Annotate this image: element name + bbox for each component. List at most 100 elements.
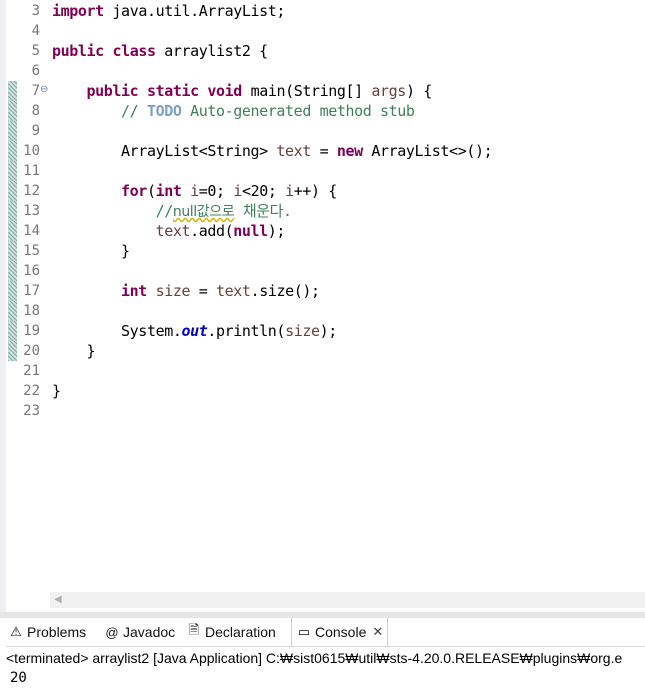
java-editor[interactable]: ⊖ ◀ 3 import java.util.ArrayList; 4 5 public… [0,0,645,612]
line-number: 10 [23,143,40,159]
code-token: null [233,222,268,240]
tab-label: Javadoc [123,624,176,640]
line-number: 18 [23,303,40,319]
change-marker [8,321,17,341]
javadoc-icon: @ [105,624,119,640]
change-marker [8,161,17,181]
code-token: args [371,82,406,100]
code-line[interactable]: public class arraylist2 { [52,41,268,61]
line-number: 11 [23,163,40,179]
code-line[interactable]: } [52,341,96,361]
code-token: text [276,142,311,160]
code-token: ) { [405,82,432,100]
code-token: } [52,382,61,400]
code-token: new [336,142,363,160]
code-token: main(String[] [241,82,372,100]
change-marker [8,101,17,121]
console-status-text: <terminated> arraylist2 [Java Applicatio… [6,650,623,666]
tab-declaration[interactable]: 🗎 Declaration [186,618,276,646]
tab-label: Problems [27,624,87,640]
scroll-left-arrow-icon[interactable]: ◀ [54,594,62,605]
code-token: size [285,322,320,340]
code-line[interactable]: System.out.println(size); [52,321,337,341]
change-marker [8,121,17,141]
code-token: public [86,82,139,100]
change-marker [8,201,17,221]
code-line[interactable]: ArrayList<String> text = new ArrayList<>… [52,141,493,161]
code-token: text [216,282,251,300]
code-line[interactable]: //null값으로 채운다. [52,201,293,221]
change-marker [8,281,17,301]
code-token: class [112,42,156,60]
code-token: null값으로 [172,204,235,220]
line-number: 5 [31,43,40,59]
line-number: 13 [23,203,40,219]
code-line[interactable]: // TODO Auto-generated method stub [52,101,415,121]
change-marker [8,301,17,321]
line-number: 17 [23,283,40,299]
code-token: =0; [198,182,234,200]
code-token: i [190,182,199,200]
change-marker [8,261,17,281]
code-token: // [52,202,174,220]
change-marker [8,181,17,201]
change-marker [8,241,17,261]
code-line[interactable]: public static void main(String[] args) { [52,81,433,101]
code-token: System. [52,322,182,340]
line-number: 3 [31,3,40,19]
code-token: } [52,242,130,260]
code-token: i [233,182,242,200]
fold-collapse-icon[interactable]: ⊖ [40,84,48,95]
code-token: void [207,82,242,100]
code-token: ArrayList<>(); [362,142,493,160]
tab-problems[interactable]: ⚠ Problems [8,618,86,646]
change-marker [8,221,17,241]
code-line[interactable]: text.add(null); [52,221,286,241]
code-line[interactable]: import java.util.ArrayList; [52,1,285,21]
line-number: 14 [23,223,40,239]
declaration-icon: 🗎 [188,622,200,637]
code-token: TODO [146,102,182,120]
code-token: for [121,182,147,200]
line-number: 6 [31,63,40,79]
code-token: out [181,322,208,340]
line-number: 15 [23,243,40,259]
code-token: } [52,342,96,360]
code-line[interactable]: for(int i=0; i<20; i++) { [52,181,337,201]
line-number: 23 [23,403,40,419]
line-number: 16 [23,263,40,279]
line-number: 9 [31,123,40,139]
tab-console[interactable]: ▭ Console ✕ [291,618,389,646]
code-token: ( [146,182,156,200]
line-number: 21 [23,363,40,379]
code-line[interactable]: int size = text.size(); [52,281,320,301]
line-number: 12 [23,183,40,199]
change-marker [8,141,17,161]
code-token: Auto-generated method stub [181,102,415,120]
line-number: 22 [23,383,40,399]
horizontal-scrollbar[interactable]: ◀ [50,592,645,608]
code-token: ++) { [293,182,338,200]
code-line[interactable]: } [52,381,61,401]
line-number: 7 [31,83,40,99]
close-icon[interactable]: ✕ [372,624,383,640]
change-marker [8,341,17,361]
tab-label: Declaration [205,624,276,640]
code-line[interactable]: } [52,241,130,261]
console-icon: ▭ [297,624,311,639]
code-token: // [52,102,147,120]
code-token: arraylist2 { [155,42,268,60]
code-token: public [52,42,104,60]
code-token: import [52,2,104,20]
line-number: 19 [23,323,40,339]
console-output: 20 [10,670,27,686]
tab-javadoc[interactable]: @ Javadoc [104,618,175,646]
line-number: 4 [31,23,40,39]
